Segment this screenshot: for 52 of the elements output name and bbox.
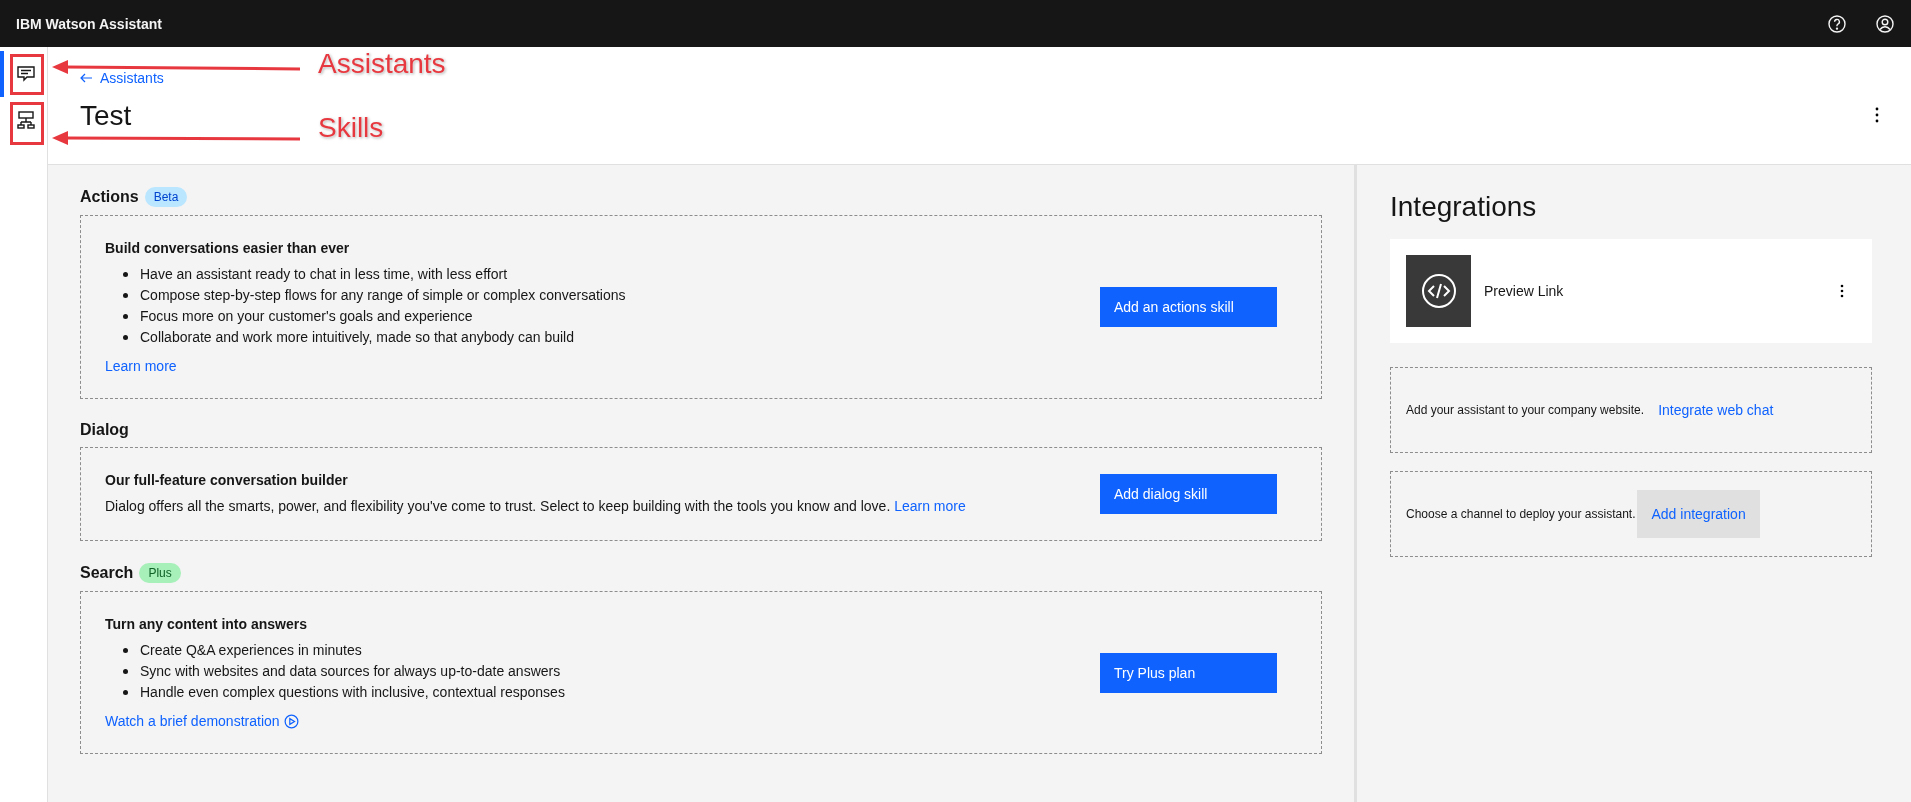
section-heading: Dialog [80,421,129,439]
integrate-link[interactable]: Integrate web chat [1658,402,1774,418]
primary-button[interactable]: Try Plus plan [1100,652,1277,693]
description-text: Dialog offers all the smarts, power, and flexibility you've come to trust. Select to keep building with the tools you know and love. Learn more [105,497,967,516]
play-icon [283,713,299,729]
prompt-text: Add your assistant to your company website. [1406,403,1645,417]
overflow-menu-icon[interactable] [1840,284,1844,298]
ghost-button[interactable]: Add integration [1637,490,1760,538]
bullet-item: Create Q&A experiences in minutes [140,641,362,660]
video-link[interactable]: Watch a brief demonstration [105,713,280,729]
bullet-item: Sync with websites and data sources for always up-to-date answers [140,662,561,681]
tag: Plus [139,563,181,583]
bullet-dot-icon [123,648,128,653]
chat-bubble-icon [15,64,36,84]
integration-name: Preview Link [1484,283,1565,299]
tag: Beta [144,187,188,207]
bullet-item: Handle even complex questions with inclusive, contextual responses [140,683,565,702]
bullet-dot-icon [123,335,128,340]
bullet-item: Focus more on your customer's goals and experience [140,307,473,326]
section-heading: Actions [80,188,139,206]
arrow-left-icon [80,73,92,83]
card-title: Build conversations easier than ever [105,240,351,256]
bullet-dot-icon [123,669,128,674]
app-title: IBM Watson Assistant [16,15,162,32]
back-link[interactable]: Assistants [80,70,164,86]
section-heading: Search [80,564,134,582]
bullet-dot-icon [123,314,128,319]
bullet-dot-icon [123,293,128,298]
primary-button[interactable]: Add dialog skill [1100,474,1277,514]
help-icon[interactable] [1827,13,1847,34]
primary-button[interactable]: Add an actions skill [1100,287,1277,327]
prompt-text: Choose a channel to deploy your assistant. [1406,507,1636,521]
bullet-item: Have an assistant ready to chat in less time, with less effort [140,265,508,284]
bullet-dot-icon [123,690,128,695]
annotation-label: Assistants [318,48,446,80]
bullet-item: Collaborate and work more intuitively, made so that anybody can build [140,328,574,347]
highlight-frame [10,102,44,145]
integration-card[interactable]: Preview Link [1390,239,1872,343]
highlight-frame [10,54,44,95]
user-icon[interactable] [1875,13,1895,34]
card-title: Our full-feature conversation builder [105,472,349,488]
overflow-menu-icon[interactable] [1875,107,1879,123]
annotation-label: Skills [318,112,384,144]
bullet-item: Compose step-by-step flows for any range of simple or complex conversations [140,286,626,305]
code-icon [1419,272,1458,310]
learn-more-link[interactable]: Learn more [894,498,966,514]
flowchart-icon [15,110,36,130]
panel-title: Integrations [1390,191,1538,223]
page-title: Test [80,100,132,132]
learn-more-link[interactable]: Learn more [105,358,177,374]
card-title: Turn any content into answers [105,616,308,632]
bullet-dot-icon [123,272,128,277]
